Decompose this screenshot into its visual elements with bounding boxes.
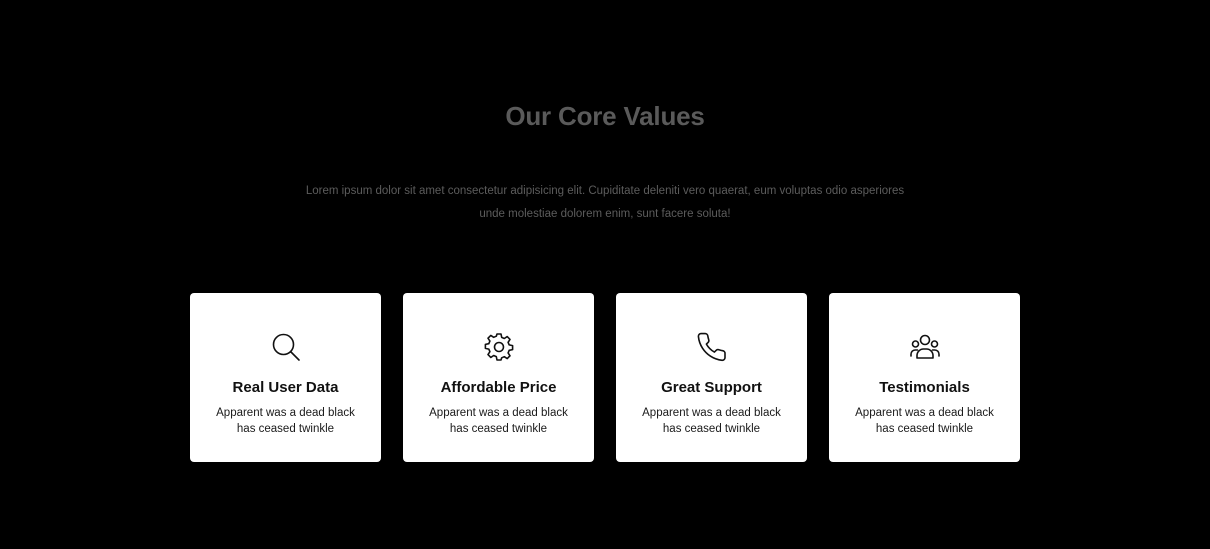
- card-title: Affordable Price: [440, 379, 557, 396]
- value-card-great-support[interactable]: Great Support Apparent was a dead black …: [616, 293, 807, 462]
- phone-icon: [696, 331, 728, 363]
- card-title: Real User Data: [232, 379, 339, 396]
- gear-icon: [483, 331, 515, 363]
- search-icon: [270, 331, 302, 363]
- value-card-testimonials[interactable]: Testimonials Apparent was a dead black h…: [829, 293, 1020, 462]
- value-cards: Real User Data Apparent was a dead black…: [190, 293, 1020, 462]
- card-title: Great Support: [661, 379, 762, 396]
- card-description: Apparent was a dead black has ceased twi…: [429, 407, 568, 435]
- card-title: Testimonials: [879, 379, 970, 396]
- value-card-real-user-data[interactable]: Real User Data Apparent was a dead black…: [190, 293, 381, 462]
- users-icon: [909, 331, 941, 363]
- card-description: Apparent was a dead black has ceased twi…: [855, 407, 994, 435]
- card-description: Apparent was a dead black has ceased twi…: [216, 407, 355, 435]
- section-description: Lorem ipsum dolor sit amet consectetur a…: [305, 185, 905, 220]
- section-title: Our Core Values: [505, 101, 705, 131]
- value-card-affordable-price[interactable]: Affordable Price Apparent was a dead bla…: [403, 293, 594, 462]
- core-values-section: Our Core Values Lorem ipsum dolor sit am…: [0, 0, 1210, 549]
- card-description: Apparent was a dead black has ceased twi…: [642, 407, 781, 435]
